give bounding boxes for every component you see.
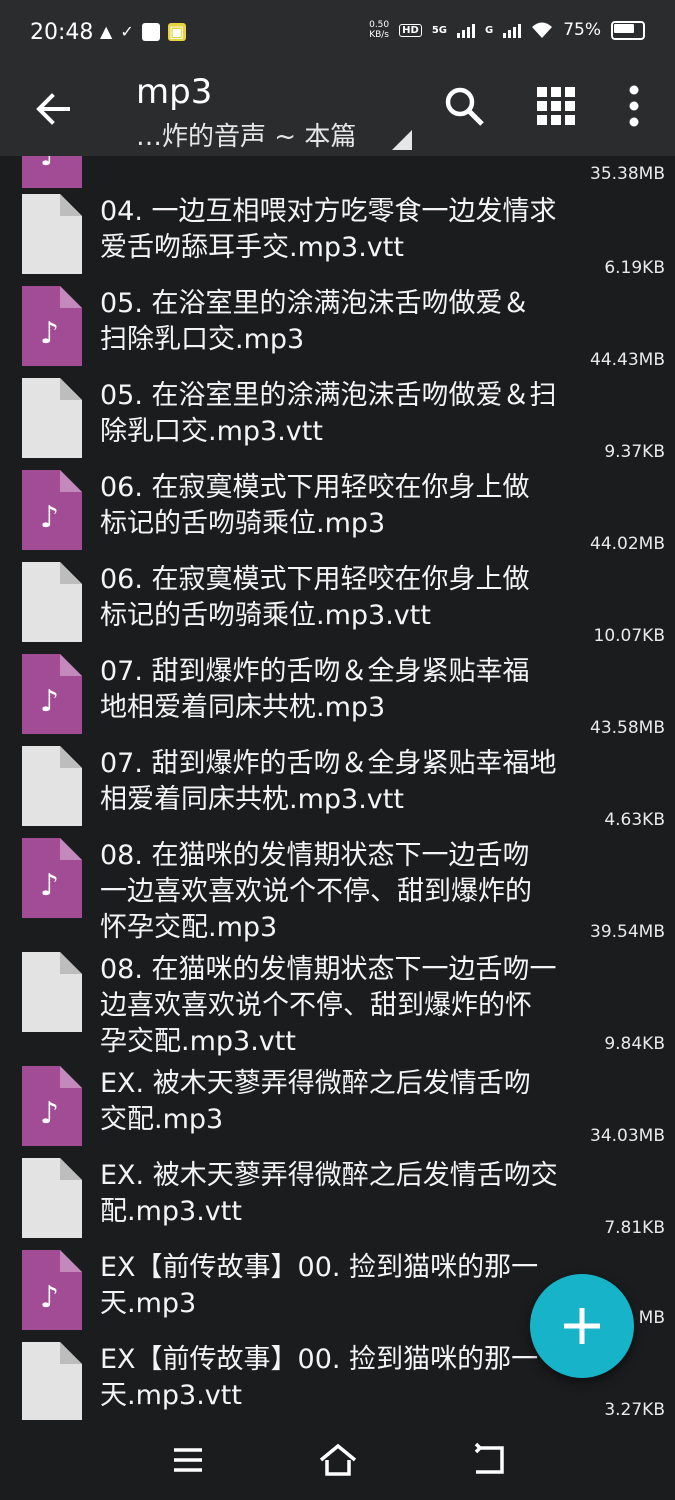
- document-file-icon: [22, 1158, 82, 1238]
- file-size: 3.27KB: [604, 1400, 665, 1420]
- file-row[interactable]: ♪ 07. 甜到爆炸的舌吻＆全身紧贴幸福 地相爱着同床共枕.mp3 43.58MB: [0, 648, 675, 740]
- file-size: 34.03MB: [590, 1126, 665, 1146]
- svg-text:♪: ♪: [40, 500, 59, 535]
- audio-file-icon: ♪: [22, 838, 82, 918]
- network-speed: 0.50 KB/s: [369, 20, 390, 40]
- system-nav-bar: [0, 1420, 675, 1500]
- file-name: EX. 被木天蓼弄得微醉之后发情舌吻交 配.mp3.vtt: [100, 1160, 558, 1227]
- file-name: EX【前传故事】00. 捡到猫咪的那一 天.mp3.vtt: [100, 1344, 539, 1411]
- back-arrow-icon[interactable]: [30, 86, 76, 132]
- file-size: 4.63KB: [604, 810, 665, 830]
- file-size: 9.84KB: [604, 1034, 665, 1054]
- audio-file-icon: ♪: [22, 470, 82, 550]
- audio-file-icon: ♪: [22, 654, 82, 734]
- path-dropdown-icon[interactable]: [392, 130, 412, 150]
- system-indicators: 0.50 KB/s HD 5G G 75%: [369, 20, 645, 40]
- file-row[interactable]: 04. 一边互相喂对方吃零食一边发情求 爱舌吻舔耳手交.mp3.vtt 6.19K…: [0, 188, 675, 280]
- download-done-icon: ✓: [120, 22, 134, 41]
- app-notification-icon: C: [141, 22, 160, 41]
- svg-text:♪: ♪: [40, 1280, 59, 1315]
- signal-icon-2: [503, 22, 522, 38]
- file-row[interactable]: ♪ 05. 在浴室里的涂满泡沫舌吻做爱＆ 扫除乳口交.mp3 44.43MB: [0, 280, 675, 372]
- add-fab-button[interactable]: [530, 1274, 634, 1378]
- file-row[interactable]: ♪ 06. 在寂寞模式下用轻咬在你身上做 标记的舌吻骑乘位.mp3 44.02MB: [0, 464, 675, 556]
- file-size: 10.07KB: [593, 626, 665, 646]
- audio-file-icon: ♪: [22, 156, 82, 188]
- file-row[interactable]: 08. 在猫咪的发情期状态下一边舌吻一 边喜欢喜欢说个不停、甜到爆炸的怀 孕交配…: [0, 946, 675, 1057]
- page-title: mp3: [136, 72, 213, 112]
- document-file-icon: [22, 194, 82, 274]
- app-notification-icon-2: ▣: [167, 21, 186, 41]
- svg-text:♪: ♪: [40, 868, 59, 903]
- file-name: 04. 一边互相喂对方吃零食一边发情求 爱舌吻舔耳手交.mp3.vtt: [100, 196, 557, 263]
- document-file-icon: [22, 562, 82, 642]
- file-size: 35.38MB: [590, 164, 665, 184]
- file-row[interactable]: ♪ EX. 被木天蓼弄得微醉之后发情舌吻 交配.mp3 34.03MB: [0, 1060, 675, 1152]
- file-size: MB: [638, 1308, 665, 1328]
- svg-text:♪: ♪: [40, 1096, 59, 1131]
- notification-icons: ▲ ✓ C ▣: [100, 22, 186, 41]
- audio-file-icon: ♪: [22, 1250, 82, 1330]
- file-list[interactable]: ♪求爱舌吻舔耳手交.mp335.38MB04. 一边互相喂对方吃零食一边发情求 …: [0, 156, 675, 1420]
- svg-text:♪: ♪: [40, 316, 59, 351]
- file-size: 43.58MB: [590, 718, 665, 738]
- file-name: 05. 在浴室里的涂满泡沫舌吻做爱＆扫 除乳口交.mp3.vtt: [100, 380, 557, 447]
- network-g-label: G: [484, 24, 494, 36]
- file-row[interactable]: EX. 被木天蓼弄得微醉之后发情舌吻交 配.mp3.vtt 7.81KB: [0, 1152, 675, 1244]
- battery-percent: 75%: [563, 20, 601, 40]
- file-name: 08. 在猫咪的发情期状态下一边舌吻 一边喜欢喜欢说个不停、甜到爆炸的 怀孕交配…: [100, 840, 532, 943]
- document-file-icon: [22, 952, 82, 1032]
- file-row[interactable]: 06. 在寂寞模式下用轻咬在你身上做 标记的舌吻骑乘位.mp3.vtt 10.07…: [0, 556, 675, 648]
- grid-view-icon[interactable]: [532, 82, 580, 130]
- audio-file-icon: ♪: [22, 286, 82, 366]
- warning-icon: ▲: [100, 22, 113, 41]
- file-name: EX. 被木天蓼弄得微醉之后发情舌吻 交配.mp3: [100, 1068, 531, 1135]
- wifi-icon: [532, 22, 553, 38]
- file-size: 9.37KB: [604, 442, 665, 462]
- file-size: 39.54MB: [590, 922, 665, 942]
- app-bar: mp3 …炸的音声 ~ 本篇: [0, 68, 675, 156]
- home-icon[interactable]: [316, 1438, 360, 1482]
- file-row[interactable]: 05. 在浴室里的涂满泡沫舌吻做爱＆扫 除乳口交.mp3.vtt 9.37KB: [0, 372, 675, 464]
- clock: 20:48: [30, 20, 94, 45]
- file-size: 44.02MB: [590, 534, 665, 554]
- document-file-icon: [22, 1342, 82, 1420]
- file-size: 6.19KB: [604, 258, 665, 278]
- path-subtitle[interactable]: …炸的音声 ~ 本篇: [136, 116, 356, 153]
- file-row[interactable]: 07. 甜到爆炸的舌吻＆全身紧贴幸福地 相爱着同床共枕.mp3.vtt 4.63K…: [0, 740, 675, 832]
- file-row[interactable]: ♪ 08. 在猫咪的发情期状态下一边舌吻 一边喜欢喜欢说个不停、甜到爆炸的 怀孕交…: [0, 832, 675, 943]
- svg-text:♪: ♪: [40, 156, 59, 173]
- document-file-icon: [22, 378, 82, 458]
- back-icon[interactable]: [466, 1438, 510, 1482]
- battery-icon: [611, 20, 645, 40]
- file-name: 08. 在猫咪的发情期状态下一边舌吻一 边喜欢喜欢说个不停、甜到爆炸的怀 孕交配…: [100, 954, 557, 1057]
- hd-voice-icon: HD: [399, 23, 422, 37]
- menu-icon[interactable]: [166, 1438, 210, 1482]
- file-name: 06. 在寂寞模式下用轻咬在你身上做 标记的舌吻骑乘位.mp3.vtt: [100, 564, 530, 631]
- network-5g-label: 5G: [431, 24, 447, 36]
- status-bar: 20:48 ▲ ✓ C ▣ 0.50 KB/s HD 5G G 75%: [0, 0, 675, 68]
- document-file-icon: [22, 746, 82, 826]
- file-size: 7.81KB: [604, 1218, 665, 1238]
- file-size: 44.43MB: [590, 350, 665, 370]
- file-name: 06. 在寂寞模式下用轻咬在你身上做 标记的舌吻骑乘位.mp3: [100, 472, 530, 539]
- search-icon[interactable]: [440, 82, 488, 130]
- add-icon: [564, 1308, 600, 1344]
- file-name: 05. 在浴室里的涂满泡沫舌吻做爱＆ 扫除乳口交.mp3: [100, 288, 530, 355]
- svg-text:♪: ♪: [40, 684, 59, 719]
- signal-icon: [456, 22, 475, 38]
- more-vert-icon[interactable]: [610, 82, 658, 130]
- file-name: 07. 甜到爆炸的舌吻＆全身紧贴幸福 地相爱着同床共枕.mp3: [100, 656, 530, 723]
- audio-file-icon: ♪: [22, 1066, 82, 1146]
- file-name: 07. 甜到爆炸的舌吻＆全身紧贴幸福地 相爱着同床共枕.mp3.vtt: [100, 748, 557, 815]
